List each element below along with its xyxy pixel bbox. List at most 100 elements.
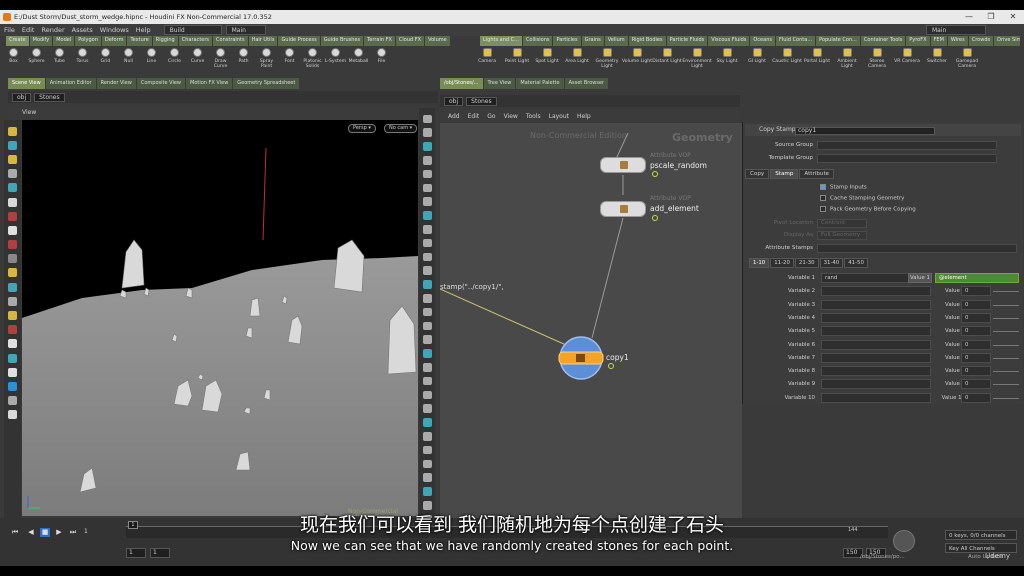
tool-stereo-camera[interactable]: Stereo Camera (862, 46, 892, 69)
tool-camera[interactable]: Camera (472, 46, 502, 64)
pane-tab-animation-editor[interactable]: Animation Editor (45, 78, 96, 89)
viewer-tool-icon[interactable] (8, 325, 17, 335)
range-tab-31-40[interactable]: 31-40 (819, 258, 844, 268)
viewer-tool-icon[interactable] (8, 396, 17, 406)
network-menu-layout[interactable]: Layout (549, 113, 569, 120)
viewer-tool-icon[interactable] (8, 169, 17, 179)
viewer-tool-icon[interactable] (8, 381, 17, 391)
value-slider[interactable] (993, 317, 1019, 319)
pane-tab-material-palette[interactable]: Material Palette (516, 78, 564, 89)
display-option-icon[interactable] (422, 238, 432, 248)
viewer-tool-icon[interactable] (8, 225, 17, 235)
template-group-input[interactable] (817, 154, 997, 163)
close-button[interactable]: ✕ (1002, 10, 1024, 24)
display-option-icon[interactable] (422, 376, 432, 386)
path-stones[interactable]: Stones (34, 92, 65, 102)
variable-name-input[interactable] (821, 379, 931, 390)
value-slider[interactable] (993, 384, 1019, 386)
tool-null[interactable]: Null (117, 46, 140, 64)
tab-attribute[interactable]: Attribute (799, 169, 835, 179)
value-input[interactable]: 0 (961, 339, 991, 350)
tool-portal-light[interactable]: Portal Light (802, 46, 832, 64)
path-obj[interactable]: obj (12, 92, 32, 102)
value-slider[interactable] (993, 331, 1019, 333)
tool-switcher[interactable]: Switcher (922, 46, 952, 64)
node-display-flag[interactable] (652, 215, 658, 221)
display-option-icon[interactable] (422, 183, 432, 193)
display-as-menu[interactable]: Full Geometry (817, 231, 867, 240)
variable-name-input[interactable] (821, 299, 931, 310)
node-display-flag[interactable] (608, 363, 614, 369)
shelf-tab-drive-simula[interactable]: Drive Simula... (994, 36, 1020, 46)
display-option-icon[interactable] (422, 293, 432, 303)
viewer-tool-icon[interactable] (8, 254, 17, 264)
display-option-icon[interactable] (422, 473, 432, 482)
shelf-tab-hair-utils[interactable]: Hair Utils (248, 36, 278, 46)
network-menu-add[interactable]: Add (448, 113, 460, 120)
display-option-icon[interactable] (422, 169, 432, 179)
value-input[interactable]: 0 (961, 379, 991, 390)
display-option-icon[interactable] (422, 197, 432, 206)
desktop-selector-2[interactable]: Main (225, 25, 266, 35)
shelf-tab-guide-process[interactable]: Guide Process (278, 36, 320, 46)
viewer-tool-icon[interactable] (8, 410, 17, 420)
value-slider[interactable] (993, 357, 1019, 359)
tool-font[interactable]: Font (278, 46, 301, 64)
shelf-tab-pyrofx[interactable]: PyroFX (906, 36, 930, 46)
tool-sky-light[interactable]: Sky Light (712, 46, 742, 64)
display-option-icon[interactable] (422, 500, 432, 510)
scene-viewport[interactable]: Persp ▾ No cam ▾ Non-Commercial Edition (22, 120, 418, 516)
range-tab-41-50[interactable]: 41-50 (844, 258, 868, 268)
display-option-icon[interactable] (422, 487, 432, 496)
display-option-icon[interactable] (422, 445, 432, 455)
tool-gamepad-camera[interactable]: Gamepad Camera (952, 46, 982, 69)
tool-volume-light[interactable]: Volume Light (622, 46, 652, 64)
shelf-tab-create[interactable]: Create (6, 36, 29, 46)
tab-stamp[interactable]: Stamp (770, 169, 799, 179)
range-tab-11-20[interactable]: 11-20 (770, 258, 794, 268)
variable-name-input[interactable] (821, 286, 931, 297)
shelf-tab-wires[interactable]: Wires (947, 36, 968, 46)
display-option-icon[interactable] (422, 321, 432, 331)
tool-tube[interactable]: Tube (48, 46, 71, 64)
network-menu-help[interactable]: Help (577, 113, 591, 120)
tool-caustic-light[interactable]: Caustic Light (772, 46, 802, 64)
viewer-tool-icon[interactable] (8, 282, 17, 292)
value-expression-input[interactable]: @element (935, 273, 1019, 283)
pivot-location-menu[interactable]: Centroid (817, 219, 867, 228)
menu-help[interactable]: Help (136, 26, 151, 34)
shelf-tab-volume[interactable]: Volume (425, 36, 450, 46)
value-input[interactable]: 0 (961, 366, 991, 377)
viewer-tool-icon[interactable] (8, 126, 17, 136)
tool-box[interactable]: Box (2, 46, 25, 64)
display-option-icon[interactable] (422, 224, 432, 234)
shelf-tab-characters[interactable]: Characters (178, 36, 213, 46)
tool-platonic-solids[interactable]: Platonic Solids (301, 46, 324, 69)
tool-gi-light[interactable]: GI Light (742, 46, 772, 64)
display-option-icon[interactable] (422, 128, 432, 137)
display-option-icon[interactable] (422, 211, 432, 220)
network-menu-go[interactable]: Go (487, 113, 495, 120)
variable-name-input[interactable] (821, 352, 931, 363)
display-option-icon[interactable] (422, 335, 432, 344)
node-add-element[interactable] (600, 201, 646, 217)
display-option-icon[interactable] (422, 362, 432, 372)
display-option-icon[interactable] (422, 252, 432, 262)
viewer-tool-icon[interactable] (8, 211, 17, 221)
shelf-tab-rigging[interactable]: Rigging (152, 36, 178, 46)
value-input[interactable]: 0 (961, 286, 991, 297)
pack-geometry-checkbox[interactable]: Pack Geometry Before Copying (820, 206, 916, 213)
shelf-tab-vellum[interactable]: Vellum (604, 36, 628, 46)
node-pscale-random[interactable] (600, 157, 646, 173)
maximize-button[interactable]: ❐ (980, 10, 1002, 24)
network-menu-edit[interactable]: Edit (468, 113, 480, 120)
shelf-tab-particle-fluids[interactable]: Particle Fluids (666, 36, 708, 46)
value-input[interactable]: 0 (961, 299, 991, 310)
viewer-tool-icon[interactable] (8, 140, 17, 150)
value-input[interactable]: 0 (961, 312, 991, 323)
display-option-icon[interactable] (422, 114, 432, 124)
viewer-tool-icon[interactable] (8, 240, 17, 250)
tool-environment-light[interactable]: Environment Light (682, 46, 712, 69)
viewer-tool-icon[interactable] (8, 367, 17, 377)
cache-stamping-checkbox[interactable]: Cache Stamping Geometry (820, 195, 904, 202)
